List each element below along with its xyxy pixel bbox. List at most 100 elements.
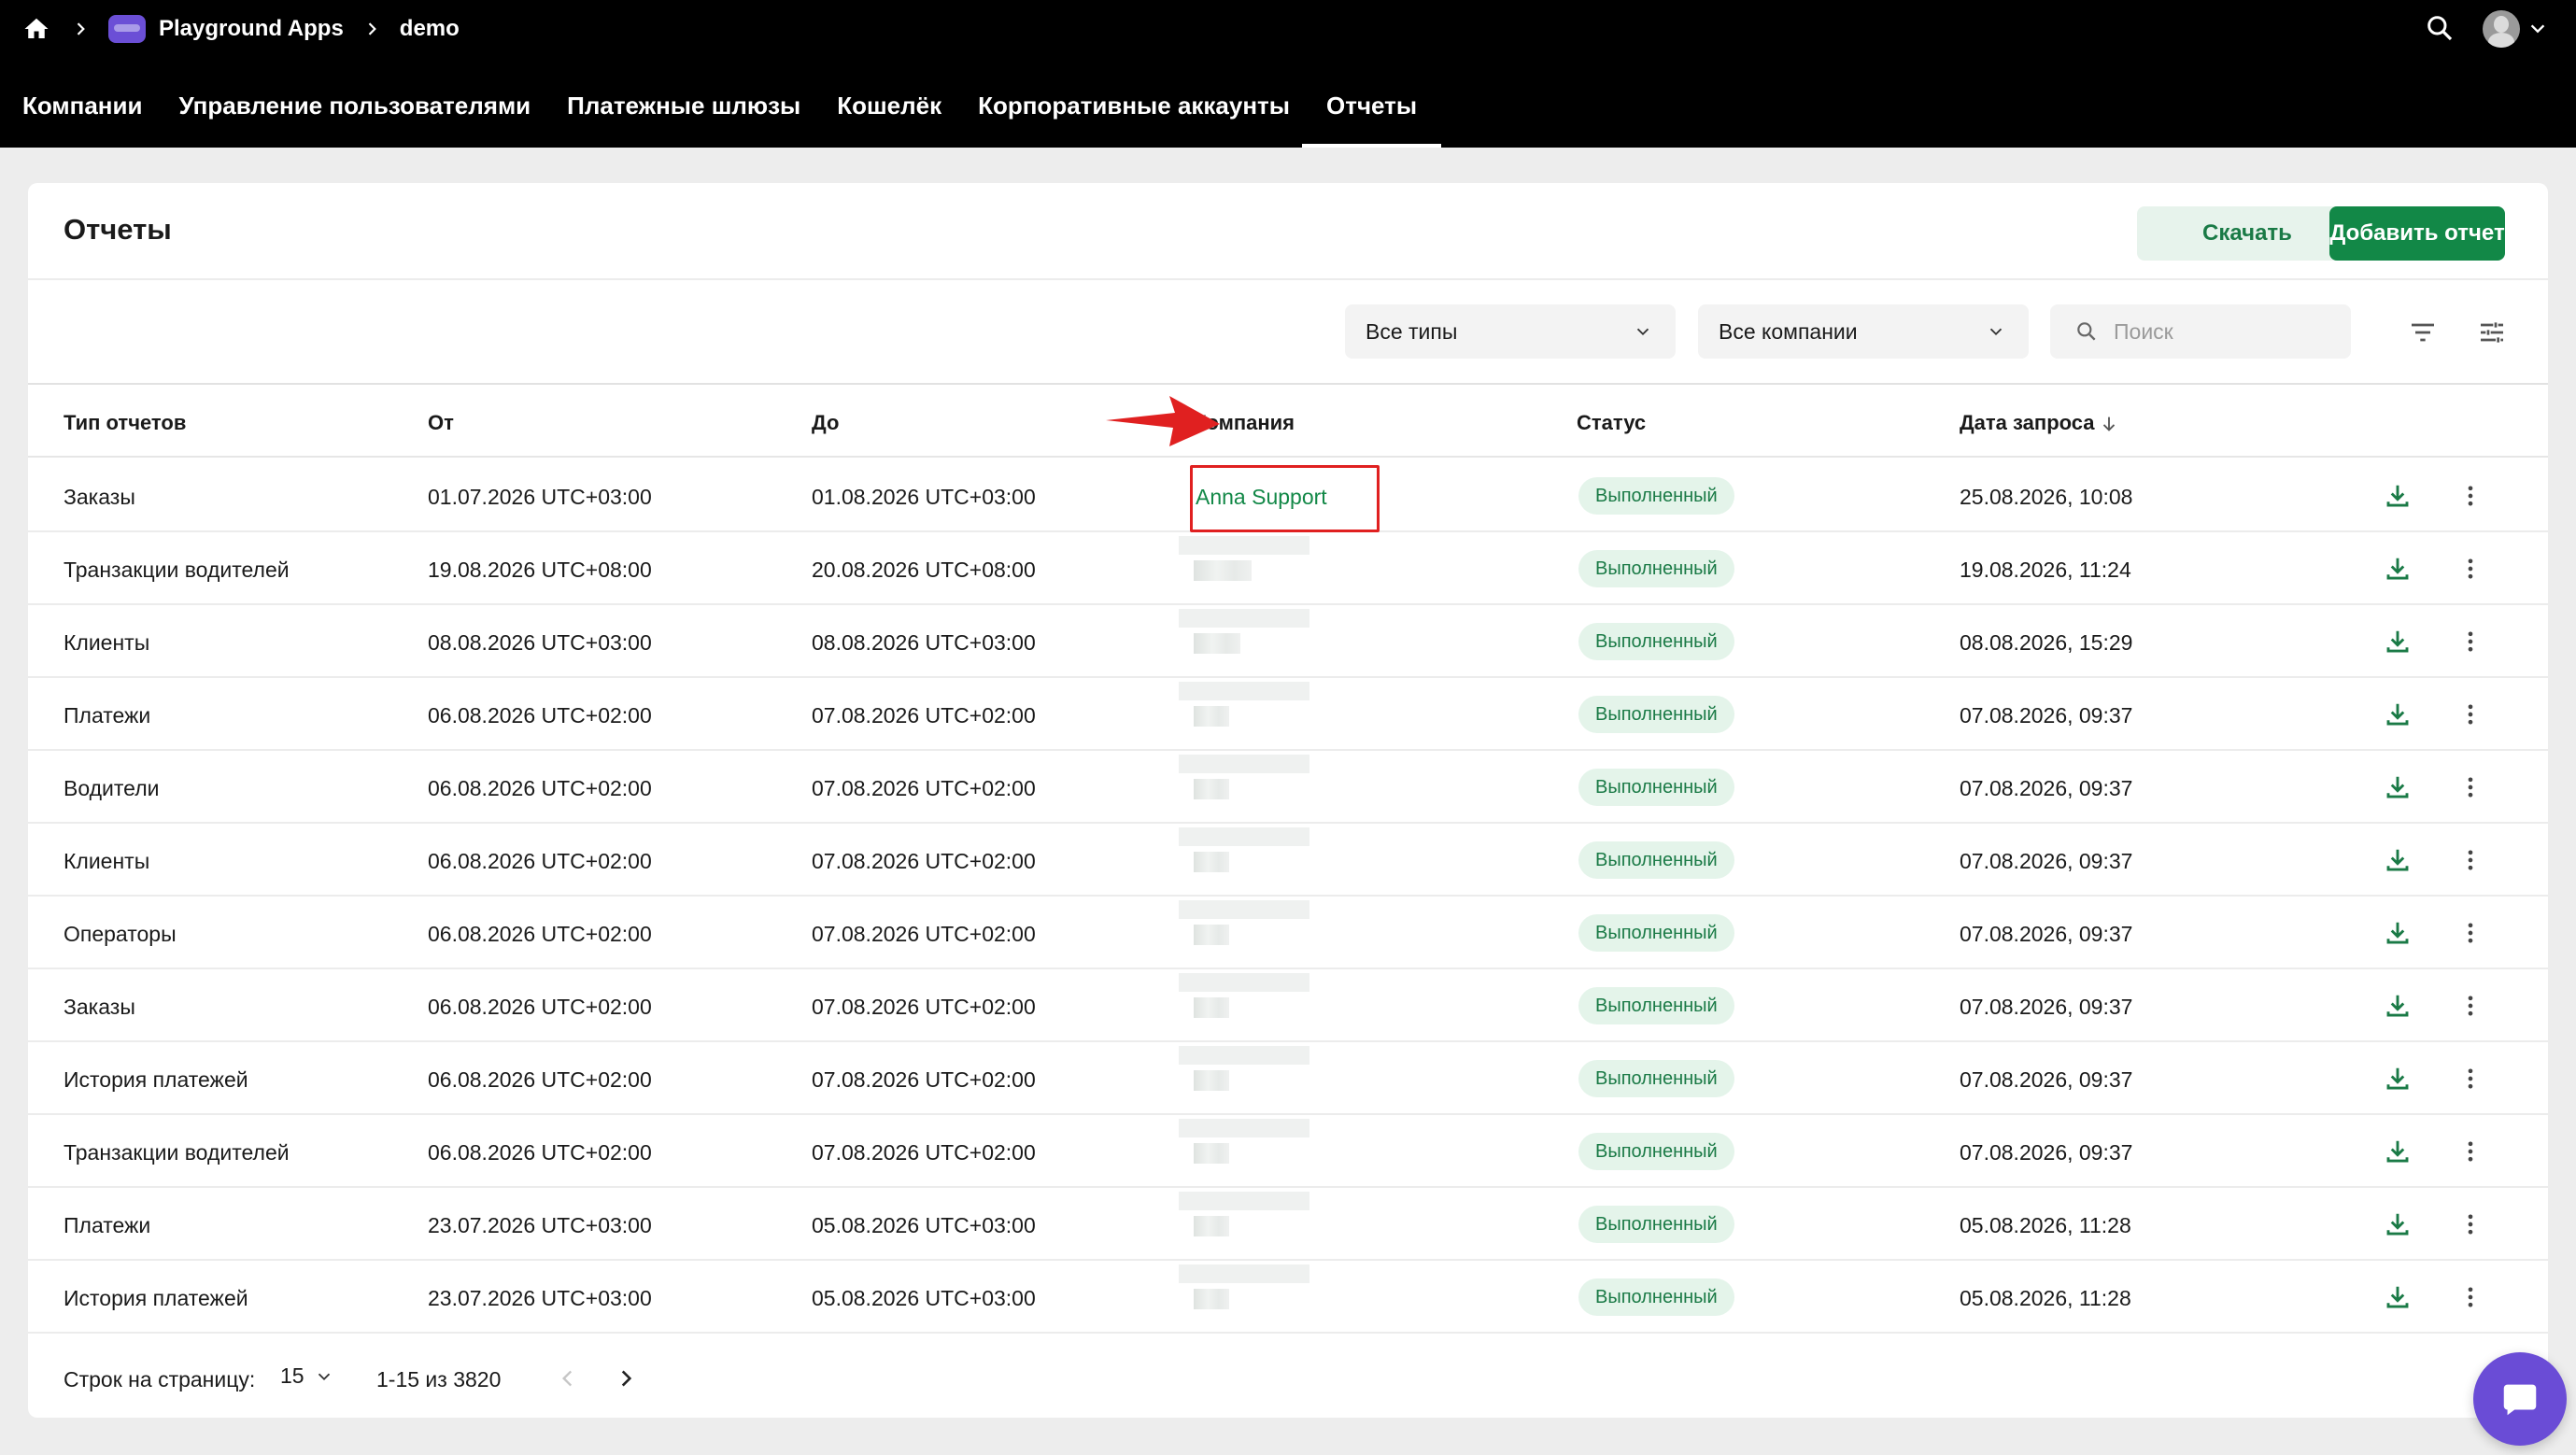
redacted-company-shadow bbox=[1179, 755, 1309, 773]
table-row[interactable]: Клиенты 06.08.2026 UTC+02:00 07.08.2026 UT… bbox=[28, 824, 2548, 897]
download-icon[interactable] bbox=[2380, 1207, 2415, 1242]
search-icon bbox=[2073, 318, 2101, 346]
more-options-icon[interactable] bbox=[2453, 697, 2488, 732]
table-row[interactable]: История платежей 06.08.2026 UTC+02:00 07.0… bbox=[28, 1042, 2548, 1115]
company-filter-select[interactable]: Все компании bbox=[1698, 304, 2029, 359]
more-options-icon[interactable] bbox=[2453, 624, 2488, 659]
download-icon[interactable] bbox=[2380, 1279, 2415, 1315]
report-type: Заказы bbox=[64, 995, 135, 1019]
header-from[interactable]: От bbox=[428, 411, 454, 435]
app-logo-icon bbox=[108, 15, 146, 43]
table-row[interactable]: Транзакции водителей 06.08.2026 UTC+02:00… bbox=[28, 1115, 2548, 1188]
filter-icon[interactable] bbox=[2404, 314, 2442, 351]
redacted-company bbox=[1194, 706, 1229, 727]
table-row[interactable]: Заказы 06.08.2026 UTC+02:00 07.08.2026 UTC… bbox=[28, 969, 2548, 1042]
header-type[interactable]: Тип отчетов bbox=[64, 411, 186, 435]
download-icon[interactable] bbox=[2380, 842, 2415, 878]
header-request-date[interactable]: Дата запроса bbox=[1960, 411, 2119, 435]
more-options-icon[interactable] bbox=[2453, 478, 2488, 514]
main-nav: Компании Управление пользователями Плате… bbox=[22, 82, 1453, 148]
chevron-down-icon[interactable] bbox=[2526, 17, 2550, 41]
table-row[interactable]: Клиенты 08.08.2026 UTC+03:00 08.08.2026 UT… bbox=[28, 605, 2548, 678]
next-page-icon[interactable] bbox=[609, 1362, 643, 1395]
search-icon[interactable] bbox=[2421, 9, 2458, 47]
request-date: 07.08.2026, 09:37 bbox=[1960, 922, 2133, 946]
date-from: 06.08.2026 UTC+02:00 bbox=[428, 1140, 652, 1165]
download-icon[interactable] bbox=[2380, 1061, 2415, 1096]
download-icon[interactable] bbox=[2380, 770, 2415, 805]
pagination-range: 1-15 из 3820 bbox=[376, 1367, 502, 1391]
report-type: Транзакции водителей bbox=[64, 1140, 290, 1165]
table-row[interactable]: История платежей 23.07.2026 UTC+03:00 05.0… bbox=[28, 1261, 2548, 1334]
table-row[interactable]: Платежи 06.08.2026 UTC+02:00 07.08.2026 UT… bbox=[28, 678, 2548, 751]
more-options-icon[interactable] bbox=[2453, 1134, 2488, 1169]
more-options-icon[interactable] bbox=[2453, 842, 2488, 878]
home-icon[interactable] bbox=[21, 13, 52, 45]
tab-wallet[interactable]: Кошелёк bbox=[837, 82, 941, 148]
date-from: 06.08.2026 UTC+02:00 bbox=[428, 1067, 652, 1092]
request-date: 07.08.2026, 09:37 bbox=[1960, 995, 2133, 1019]
table-row[interactable]: Заказы 01.07.2026 UTC+03:00 01.08.2026 UTC… bbox=[28, 459, 2548, 532]
header-date-label: Дата запроса bbox=[1960, 411, 2095, 434]
download-button[interactable]: Скачать bbox=[2137, 206, 2357, 261]
breadcrumb-app[interactable]: Playground Apps bbox=[159, 16, 344, 42]
rows-per-page-select[interactable]: 15 bbox=[280, 1363, 336, 1389]
header-status[interactable]: Статус bbox=[1577, 411, 1646, 435]
redacted-company-shadow bbox=[1179, 827, 1309, 846]
type-filter-select[interactable]: Все типы bbox=[1345, 304, 1676, 359]
pagination: Строк на страницу: 15 1-15 из 3820 bbox=[28, 1334, 2548, 1418]
date-to: 07.08.2026 UTC+02:00 bbox=[812, 703, 1036, 728]
prev-page-icon[interactable] bbox=[551, 1362, 585, 1395]
download-icon[interactable] bbox=[2380, 624, 2415, 659]
more-options-icon[interactable] bbox=[2453, 551, 2488, 586]
more-options-icon[interactable] bbox=[2453, 988, 2488, 1024]
redacted-company bbox=[1194, 633, 1240, 654]
date-from: 23.07.2026 UTC+03:00 bbox=[428, 1213, 652, 1237]
more-options-icon[interactable] bbox=[2453, 915, 2488, 951]
chevron-down-icon bbox=[312, 1364, 336, 1389]
download-icon[interactable] bbox=[2380, 478, 2415, 514]
date-from: 06.08.2026 UTC+02:00 bbox=[428, 703, 652, 728]
redacted-company-shadow bbox=[1179, 682, 1309, 700]
download-icon[interactable] bbox=[2380, 697, 2415, 732]
tab-corporate-accounts[interactable]: Корпоративные аккаунты bbox=[978, 82, 1290, 148]
table-row[interactable]: Платежи 23.07.2026 UTC+03:00 05.08.2026 UT… bbox=[28, 1188, 2548, 1261]
table-row[interactable]: Операторы 06.08.2026 UTC+02:00 07.08.2026 … bbox=[28, 897, 2548, 969]
more-options-icon[interactable] bbox=[2453, 770, 2488, 805]
more-options-icon[interactable] bbox=[2453, 1207, 2488, 1242]
status-badge: Выполненный bbox=[1578, 1206, 1734, 1243]
page-title: Отчеты bbox=[64, 213, 172, 246]
date-to: 07.08.2026 UTC+02:00 bbox=[812, 1140, 1036, 1165]
tab-payment-gateways[interactable]: Платежные шлюзы bbox=[567, 82, 800, 148]
redacted-company-shadow bbox=[1179, 900, 1309, 919]
download-icon[interactable] bbox=[2380, 988, 2415, 1024]
search-input[interactable] bbox=[2114, 318, 2338, 345]
chat-button[interactable] bbox=[2473, 1352, 2567, 1446]
chat-bubble-icon bbox=[2503, 1384, 2537, 1416]
tab-companies[interactable]: Компании bbox=[22, 82, 142, 148]
date-from: 06.08.2026 UTC+02:00 bbox=[428, 776, 652, 800]
download-icon[interactable] bbox=[2380, 915, 2415, 951]
more-options-icon[interactable] bbox=[2453, 1061, 2488, 1096]
table-row[interactable]: Транзакции водителей 19.08.2026 UTC+08:00… bbox=[28, 532, 2548, 605]
user-avatar[interactable] bbox=[2483, 10, 2520, 48]
date-to: 20.08.2026 UTC+08:00 bbox=[812, 558, 1036, 582]
tab-user-management[interactable]: Управление пользователями bbox=[178, 82, 531, 148]
date-to: 01.08.2026 UTC+03:00 bbox=[812, 485, 1036, 509]
add-report-button[interactable]: Добавить отчет bbox=[2329, 206, 2505, 261]
table-row[interactable]: Водители 06.08.2026 UTC+02:00 07.08.2026 U… bbox=[28, 751, 2548, 824]
company-link[interactable]: Anna Support bbox=[1196, 485, 1327, 510]
download-icon[interactable] bbox=[2380, 1134, 2415, 1169]
tune-icon[interactable] bbox=[2473, 314, 2511, 351]
redacted-company-shadow bbox=[1179, 536, 1309, 555]
download-icon[interactable] bbox=[2380, 551, 2415, 586]
breadcrumb-current[interactable]: demo bbox=[400, 16, 460, 42]
more-options-icon[interactable] bbox=[2453, 1279, 2488, 1315]
redacted-company bbox=[1194, 560, 1252, 581]
request-date: 07.08.2026, 09:37 bbox=[1960, 703, 2133, 728]
date-to: 07.08.2026 UTC+02:00 bbox=[812, 849, 1036, 873]
header-to[interactable]: До bbox=[812, 411, 839, 435]
tab-reports[interactable]: Отчеты bbox=[1301, 82, 1442, 148]
report-type: Водители bbox=[64, 776, 160, 800]
report-type: Транзакции водителей bbox=[64, 558, 290, 582]
